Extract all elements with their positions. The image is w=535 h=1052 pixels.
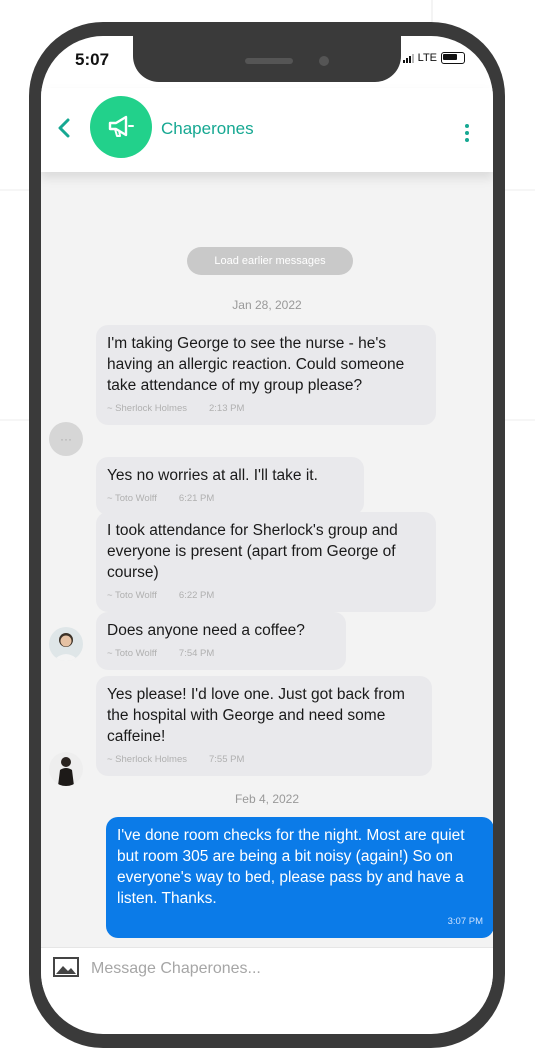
- message-bubble: Does anyone need a coffee? ~ Toto Wolff …: [96, 612, 346, 670]
- message-bubble: Yes please! I'd love one. Just got back …: [96, 676, 432, 776]
- message-meta: ~ Sherlock Holmes 2:13 PM: [107, 398, 425, 419]
- message-time: 7:54 PM: [178, 648, 215, 659]
- message-composer: [41, 947, 493, 988]
- avatar-placeholder-icon: ···: [60, 432, 72, 446]
- avatar: [49, 752, 83, 786]
- message-bubble: I'm taking George to see the nurse - he'…: [96, 325, 436, 425]
- signal-icon: [402, 53, 414, 63]
- carrier-label: LTE: [417, 52, 437, 64]
- message-sender: ~ Sherlock Holmes: [107, 403, 187, 414]
- date-separator: Jan 28, 2022: [232, 298, 302, 312]
- message-sender: ~ Toto Wolff: [107, 590, 157, 601]
- message-bubble: I took attendance for Sherlock's group a…: [96, 512, 436, 612]
- message-sender: ~ Toto Wolff: [107, 648, 157, 659]
- status-time: 5:07: [75, 50, 110, 69]
- message-time: 2:13 PM: [209, 403, 245, 414]
- message-text: Yes please! I'd love one. Just got back …: [107, 686, 405, 745]
- message-meta: 3:07 PM: [117, 911, 483, 932]
- status-indicators: LTE: [402, 52, 465, 64]
- date-separator: Feb 4, 2022: [234, 792, 300, 806]
- phone-screen: 5:07 LTE Chaperones Load earlier message…: [41, 36, 493, 1034]
- message-meta: ~ Sherlock Holmes 7:55 PM: [107, 749, 421, 770]
- battery-icon: [441, 52, 465, 64]
- message-input[interactable]: [89, 954, 473, 984]
- message-time: 7:55 PM: [209, 754, 245, 765]
- phone-frame: 5:07 LTE Chaperones Load earlier message…: [29, 22, 505, 1048]
- load-earlier-button[interactable]: Load earlier messages: [187, 247, 353, 275]
- vertical-dots-icon[interactable]: [465, 124, 469, 142]
- megaphone-icon: [108, 115, 134, 137]
- phone-notch: [133, 36, 401, 82]
- message-time: 3:07 PM: [447, 916, 483, 927]
- message-bubble: Yes no worries at all. I'll take it. ~ T…: [96, 457, 364, 515]
- front-camera: [319, 56, 329, 66]
- message-time: 6:21 PM: [178, 493, 215, 504]
- message-time: 6:22 PM: [178, 590, 215, 601]
- message-text: I'm taking George to see the nurse - he'…: [107, 335, 405, 394]
- chevron-left-icon[interactable]: [53, 114, 75, 142]
- group-avatar[interactable]: [90, 96, 152, 158]
- speaker-grille: [245, 58, 293, 64]
- own-message-bubble: I've done room checks for the night. Mos…: [106, 817, 493, 938]
- message-text: I took attendance for Sherlock's group a…: [107, 522, 398, 581]
- chat-title[interactable]: Chaperones: [161, 119, 254, 139]
- message-sender: ~ Sherlock Holmes: [107, 754, 187, 765]
- message-meta: ~ Toto Wolff 7:54 PM: [107, 643, 335, 664]
- image-icon[interactable]: [53, 956, 79, 978]
- message-text: Yes no worries at all. I'll take it.: [107, 467, 318, 484]
- avatar: ···: [49, 422, 83, 456]
- user-photo-icon: [49, 627, 83, 661]
- message-list[interactable]: Load earlier messages Jan 28, 2022 ··· I…: [41, 172, 493, 947]
- message-meta: ~ Toto Wolff 6:22 PM: [107, 585, 425, 606]
- message-text: I've done room checks for the night. Mos…: [117, 827, 465, 907]
- avatar: [49, 627, 83, 661]
- message-text: Does anyone need a coffee?: [107, 622, 305, 639]
- chat-header: Chaperones: [41, 88, 493, 172]
- message-sender: ~ Toto Wolff: [107, 493, 157, 504]
- user-photo-icon: [49, 752, 83, 786]
- message-meta: ~ Toto Wolff 6:21 PM: [107, 488, 353, 509]
